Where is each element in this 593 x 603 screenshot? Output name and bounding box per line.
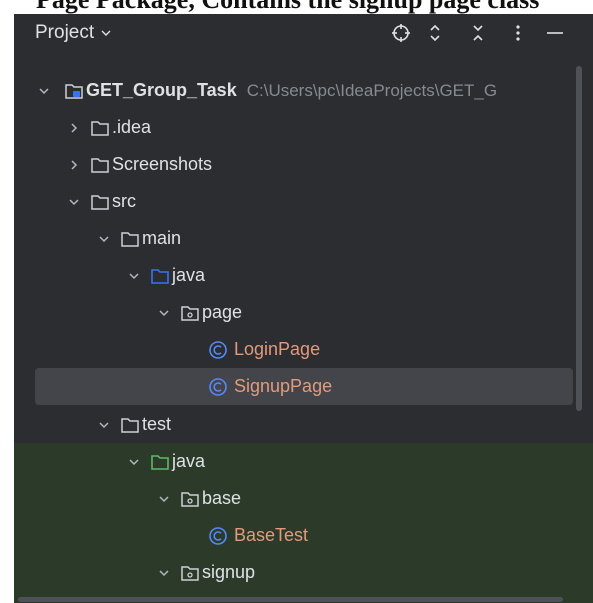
project-tree: GET_Group_Task C:\Users\pc\IdeaProjects\… <box>14 72 593 603</box>
project-view-selector[interactable]: Project <box>35 21 112 45</box>
tree-item-label: src <box>112 191 136 211</box>
tree-item-idea[interactable]: .idea <box>14 109 593 146</box>
tree-item-label: BaseTest <box>234 525 309 545</box>
tree-item-label: SignupPage <box>234 376 333 396</box>
tree-item-label: GET_Group_Task <box>86 80 237 100</box>
folder-icon <box>120 415 140 435</box>
horizontal-scrollbar[interactable] <box>18 597 563 602</box>
document-fragment-text: Page Package, Contains the signup page c… <box>36 0 539 14</box>
folder-icon <box>90 118 110 138</box>
chevron-right-icon[interactable] <box>66 157 82 173</box>
chevron-down-icon[interactable] <box>156 565 172 581</box>
chevron-down-icon[interactable] <box>96 417 112 433</box>
chevron-right-icon[interactable] <box>66 120 82 136</box>
tree-item-base-test[interactable]: BaseTest <box>14 517 593 554</box>
chevron-down-icon[interactable] <box>36 83 52 99</box>
tree-item-login-page[interactable]: LoginPage <box>14 331 593 368</box>
tree-item-signup-page[interactable]: SignupPage <box>14 368 593 405</box>
source-folder-icon <box>150 266 170 286</box>
tree-item-root[interactable]: GET_Group_Task C:\Users\pc\IdeaProjects\… <box>14 72 593 109</box>
tree-item-label: base <box>202 488 242 508</box>
package-icon <box>180 303 200 323</box>
tree-item-label: signup <box>202 562 256 582</box>
tree-item-label: Screenshots <box>112 154 213 174</box>
minimize-icon <box>547 32 563 34</box>
tree-item-main-java[interactable]: java <box>14 257 593 294</box>
project-view-title: Project <box>35 22 95 43</box>
tree-item-signup[interactable]: signup <box>14 554 593 591</box>
java-class-icon <box>208 377 228 397</box>
tree-item-label: main <box>142 228 182 248</box>
tree-item-label: .idea <box>112 117 152 137</box>
tree-item-test[interactable]: test <box>14 406 593 443</box>
options-button[interactable] <box>505 20 531 46</box>
expand-all-icon <box>430 24 440 42</box>
chevron-down-icon[interactable] <box>96 231 112 247</box>
package-icon <box>180 563 200 583</box>
java-class-icon <box>208 340 228 360</box>
project-tool-window: Project GET_Group_Task C:\Users\pc\IdeaP… <box>14 14 593 603</box>
vertical-scrollbar[interactable] <box>576 66 582 411</box>
select-opened-file-button[interactable] <box>388 20 414 46</box>
chevron-down-icon[interactable] <box>156 491 172 507</box>
expand-all-button[interactable] <box>422 20 448 46</box>
chevron-down-icon <box>101 30 111 36</box>
folder-icon <box>90 192 110 212</box>
more-icon <box>516 25 520 41</box>
hide-button[interactable] <box>542 20 568 46</box>
tree-item-label: LoginPage <box>234 339 321 359</box>
module-folder-icon <box>64 81 84 101</box>
collapse-all-icon <box>473 25 483 41</box>
tree-item-src[interactable]: src <box>14 183 593 220</box>
crosshair-icon <box>392 24 410 42</box>
chevron-down-icon[interactable] <box>126 454 142 470</box>
java-class-icon <box>208 526 228 546</box>
package-icon <box>180 489 200 509</box>
tree-item-label: page <box>202 302 243 322</box>
test-source-folder-icon <box>150 452 170 472</box>
folder-icon <box>90 155 110 175</box>
tree-item-page[interactable]: page <box>14 294 593 331</box>
document-fragment: Page Package, Contains the signup page c… <box>0 0 593 14</box>
tree-item-base[interactable]: base <box>14 480 593 517</box>
tree-item-test-java[interactable]: java <box>14 443 593 480</box>
tree-item-label: java <box>172 265 206 285</box>
tool-window-header: Project <box>14 14 593 54</box>
chevron-down-icon[interactable] <box>66 194 82 210</box>
folder-icon <box>120 229 140 249</box>
tree-item-label: java <box>172 451 206 471</box>
chevron-down-icon[interactable] <box>156 305 172 321</box>
tree-item-main[interactable]: main <box>14 220 593 257</box>
tree-item-screenshots[interactable]: Screenshots <box>14 146 593 183</box>
collapse-all-button[interactable] <box>465 20 491 46</box>
project-path: C:\Users\pc\IdeaProjects\GET_G <box>246 80 498 100</box>
chevron-down-icon[interactable] <box>126 268 142 284</box>
tree-item-label: test <box>142 414 172 434</box>
